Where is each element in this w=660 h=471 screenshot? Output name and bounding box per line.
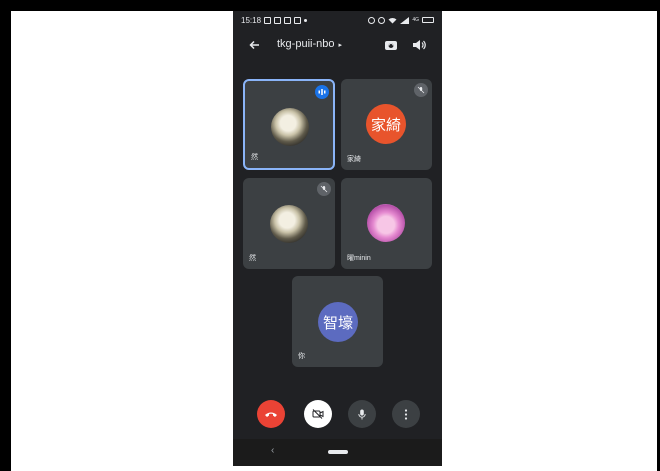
- mic-off-icon: [317, 182, 331, 196]
- participant-name: 然: [251, 154, 258, 161]
- nav-back-icon[interactable]: ‹: [271, 445, 274, 456]
- meeting-header: tkg-puii-nbo ▸: [233, 33, 442, 57]
- avatar: 智壕: [318, 302, 358, 342]
- participant-name: 曜minin: [347, 255, 371, 262]
- sync-icon: [378, 16, 386, 24]
- self-tile[interactable]: 智壕 你: [292, 276, 383, 367]
- participant-tile[interactable]: 曜minin: [341, 178, 432, 269]
- meeting-title[interactable]: tkg-puii-nbo ▸: [277, 38, 342, 50]
- switch-camera-icon[interactable]: [383, 37, 399, 53]
- message-icon: [274, 16, 282, 24]
- status-time: 15:18: [241, 15, 262, 25]
- mic-off-icon: [414, 83, 428, 97]
- participant-tile[interactable]: 然: [243, 178, 335, 269]
- meeting-code: tkg-puii-nbo: [277, 38, 335, 50]
- call-controls: [233, 396, 442, 430]
- avatar: [271, 108, 309, 146]
- avatar: [367, 204, 405, 242]
- document-frame-top: [0, 0, 660, 11]
- participant-tile[interactable]: 然: [243, 79, 335, 170]
- more-vert-icon: [404, 408, 408, 420]
- phone-screen: 15:18 4G tkg-puii-nbo ▸ 然 家綺 家綺 然 曜minin…: [233, 11, 442, 466]
- signal-icon: [400, 16, 410, 24]
- alarm-icon: [368, 16, 376, 24]
- avatar: 家綺: [366, 104, 406, 144]
- participant-tile[interactable]: 家綺 家綺: [341, 79, 432, 170]
- speaking-indicator-icon: [315, 85, 329, 99]
- speaker-icon[interactable]: [411, 37, 427, 53]
- participant-name: 你: [298, 353, 305, 360]
- participant-name: 然: [249, 255, 256, 262]
- camera-off-icon: [312, 409, 324, 419]
- back-arrow-icon[interactable]: [247, 37, 263, 53]
- status-bar: 15:18 4G: [233, 11, 442, 29]
- nav-home-pill[interactable]: [328, 450, 348, 454]
- hang-up-icon: [265, 412, 277, 417]
- chat-icon: [284, 16, 292, 24]
- camera-toggle-button[interactable]: [304, 400, 332, 428]
- more-notifications-icon: [304, 18, 308, 22]
- system-nav-bar: ‹: [233, 439, 442, 466]
- notification-icon: [264, 16, 272, 24]
- battery-icon: [422, 17, 434, 23]
- avatar: [270, 205, 308, 243]
- end-call-button[interactable]: [257, 400, 285, 428]
- network-type: 4G: [412, 17, 419, 23]
- microphone-icon: [358, 409, 366, 419]
- caret-right-icon: ▸: [338, 42, 342, 49]
- participant-name: 家綺: [347, 156, 361, 163]
- wifi-icon: [388, 17, 397, 23]
- document-frame-left: [0, 0, 11, 471]
- microphone-toggle-button[interactable]: [348, 400, 376, 428]
- more-options-button[interactable]: [392, 400, 420, 428]
- mail-icon: [294, 16, 302, 24]
